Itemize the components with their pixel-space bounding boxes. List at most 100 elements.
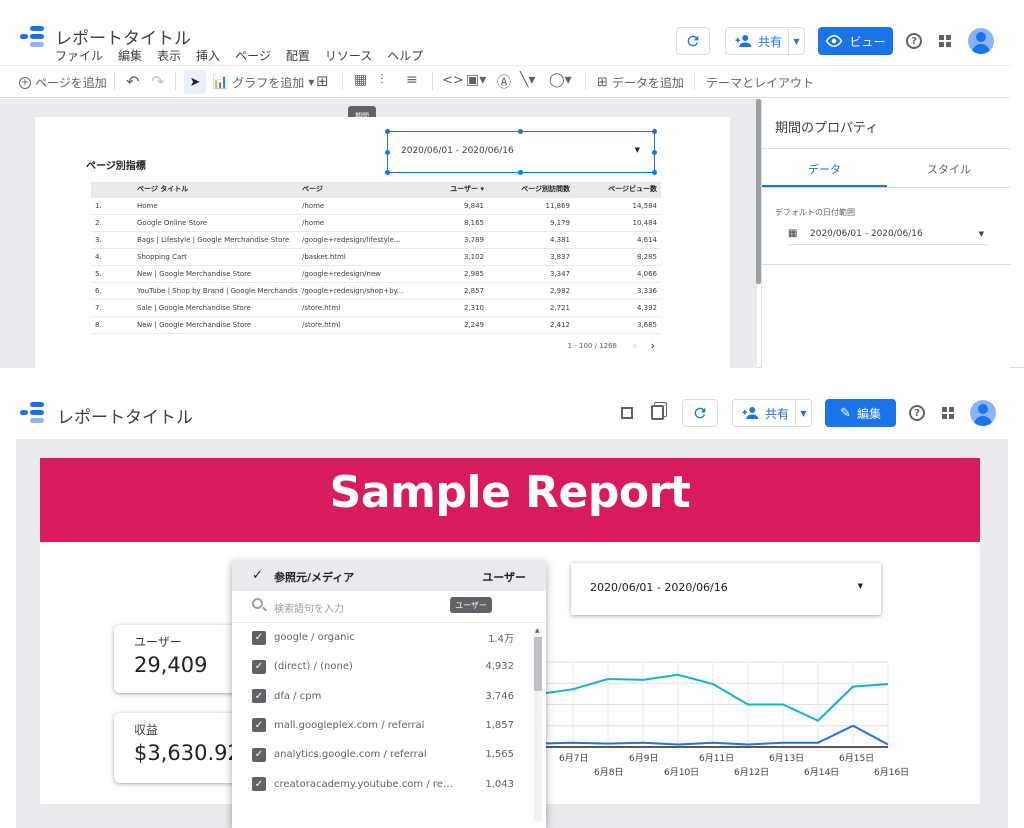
help-icon[interactable]: ? xyxy=(909,405,925,421)
checkbox-checked-icon[interactable]: ✓ xyxy=(252,777,266,791)
default-range-select[interactable]: ▦ 2020/06/01 - 2020/06/16 ▼ xyxy=(788,227,988,245)
next-page-icon[interactable]: › xyxy=(651,339,655,352)
dropdown-arrow-icon: ▼ xyxy=(857,582,863,590)
filter-search[interactable]: 検索語句を入力 xyxy=(232,591,546,623)
share-button[interactable]: 共有 ▼ xyxy=(725,27,805,55)
text-icon[interactable]: Ⓐ xyxy=(497,72,511,92)
filter-scrollbar[interactable]: ▲ xyxy=(534,627,542,821)
refresh-button[interactable] xyxy=(682,399,718,427)
menu-arrange[interactable]: 配置 xyxy=(286,49,310,63)
select-pointer-icon[interactable]: ➤ xyxy=(184,70,206,94)
share-button[interactable]: 共有 ▼ xyxy=(732,399,812,427)
add-circle-icon: + xyxy=(19,76,31,89)
checkbox-checked-icon[interactable]: ✓ xyxy=(252,747,266,762)
apps-grid-icon[interactable] xyxy=(942,407,954,419)
menu-insert[interactable]: 挿入 xyxy=(196,49,220,63)
table-row[interactable]: 1. Home/home 9,841 11,869 14,584 xyxy=(91,197,661,215)
filter-option-label: google / organic xyxy=(274,632,355,643)
filter-option-label: creatoracademy.youtube.com / refer... xyxy=(274,778,454,790)
share-dropdown-icon[interactable]: ▼ xyxy=(795,400,811,426)
checkbox-checked-icon[interactable]: ✓ xyxy=(252,718,266,733)
edit-button[interactable]: ✎ 編集 xyxy=(825,399,896,427)
shape-icon[interactable]: ◯▾ xyxy=(549,72,572,88)
row-visits: 2,412 xyxy=(488,316,574,334)
menu-view[interactable]: 表示 xyxy=(157,49,181,63)
table-row[interactable]: 5. New | Google Merchandise Store/google+… xyxy=(91,265,661,283)
row-page-title: New | Google Merchandise Store xyxy=(133,316,298,334)
row-page: /google+redesign/shop+by... xyxy=(298,282,408,300)
refresh-button[interactable] xyxy=(676,27,710,55)
help-icon[interactable]: ? xyxy=(906,33,922,49)
x-tick-label: 6月12日 xyxy=(734,768,770,778)
add-person-icon xyxy=(735,35,752,47)
row-page-title: Google Online Store xyxy=(133,214,298,232)
menu-edit[interactable]: 編集 xyxy=(118,49,142,63)
line-icon[interactable]: ╲▾ xyxy=(520,72,535,88)
table-row[interactable]: 8. New | Google Merchandise Store/store.h… xyxy=(91,316,661,334)
filter-option[interactable]: ✓ mall.googleplex.com / referral 1,857 xyxy=(232,711,546,740)
date-range-control-icon[interactable]: ▦ xyxy=(354,72,367,88)
undo-icon[interactable]: ↶ xyxy=(126,72,139,91)
avatar[interactable] xyxy=(970,400,996,426)
community-viz-icon[interactable]: ⊞ xyxy=(316,72,329,90)
tab-data[interactable]: データ xyxy=(762,161,887,177)
data-control-icon[interactable]: ⫶ xyxy=(380,72,384,88)
tab-style[interactable]: スタイル xyxy=(887,161,1011,177)
filter-option[interactable]: ✓ creatoracademy.youtube.com / refer... 1,… xyxy=(232,770,546,799)
col-visits[interactable]: ページ別訪問数 xyxy=(488,182,574,198)
table-row[interactable]: 3. Bags | Lifestyle | Google Merchandise … xyxy=(91,231,661,249)
date-range-control-selected[interactable]: 2020/06/01 - 2020/06/16 ▼ xyxy=(385,129,657,175)
menu-page[interactable]: ページ xyxy=(235,49,271,63)
row-page: /store.html xyxy=(298,316,408,334)
image-icon[interactable]: ▣▾ xyxy=(466,72,486,88)
share-dropdown-icon[interactable]: ▼ xyxy=(788,28,804,54)
add-data-button[interactable]: ⊞ データを追加 xyxy=(597,74,684,91)
table-pagination: 1 - 100 / 1268 ‹ › xyxy=(91,334,661,358)
code-embed-icon[interactable]: <> xyxy=(442,73,464,88)
view-button[interactable]: ビュー xyxy=(818,27,893,55)
checkbox-checked-icon[interactable]: ✓ xyxy=(252,659,266,674)
theme-layout-button[interactable]: テーマとレイアウト xyxy=(706,74,814,91)
col-users[interactable]: ユーザー ▾ xyxy=(408,182,488,198)
col-views[interactable]: ページビュー数 xyxy=(574,182,661,198)
add-page-button[interactable]: + ページを追加 xyxy=(19,74,107,91)
row-page-title: YouTube | Shop by Brand | Google Merchan… xyxy=(133,282,298,300)
date-range-control[interactable]: 2020/06/01 - 2020/06/16 ▼ xyxy=(571,563,881,615)
prev-page-icon[interactable]: ‹ xyxy=(633,339,637,352)
col-page[interactable]: ページ xyxy=(298,182,408,198)
col-page-title[interactable]: ページ タイトル xyxy=(133,182,298,198)
row-page-title: Shopping Cart xyxy=(133,248,298,266)
filter-option[interactable]: ✓ analytics.google.com / referral 1,565 xyxy=(232,740,546,769)
filter-option[interactable]: ✓ google / organic 1.4万 xyxy=(232,623,546,652)
menu-help[interactable]: ヘルプ xyxy=(387,49,423,63)
x-tick-label: 6月10日 xyxy=(664,768,700,778)
table-row[interactable]: 7. Sale | Google Merchandise Store/store.… xyxy=(91,299,661,317)
properties-panel: 期間のプロパティ データ スタイル デフォルトの日付範囲 ▦ 2020/06/0… xyxy=(761,99,1011,368)
redo-icon[interactable]: ↷ xyxy=(151,72,164,91)
menu-file[interactable]: ファイル xyxy=(55,49,103,63)
checkbox-checked-icon[interactable]: ✓ xyxy=(252,689,266,704)
row-views: 14,584 xyxy=(574,197,661,215)
x-tick-label: 6月13日 xyxy=(769,754,805,764)
report-title[interactable]: レポートタイトル xyxy=(55,24,191,49)
table-row[interactable]: 6. YouTube | Shop by Brand | Google Merch… xyxy=(91,282,661,300)
filter-option[interactable]: ✓ dfa / cpm 3,746 xyxy=(232,682,546,711)
row-users: 2,310 xyxy=(408,299,488,317)
menu-resource[interactable]: リソース xyxy=(325,49,372,63)
add-chart-button[interactable]: 📊 グラフを追加 ▼ xyxy=(212,74,314,91)
table-row[interactable]: 4. Shopping Cart/basket.html 3,102 3,837 8,2… xyxy=(91,248,661,266)
table-row[interactable]: 2. Google Online Store/home 8,165 9,179 10,4… xyxy=(91,214,661,232)
copy-icon[interactable] xyxy=(651,405,664,420)
checkbox-checked-icon[interactable]: ✓ xyxy=(252,630,266,645)
scroll-up-icon[interactable]: ▲ xyxy=(535,627,540,634)
avatar[interactable] xyxy=(968,28,994,54)
apps-grid-icon[interactable] xyxy=(939,35,951,47)
filter-control-icon[interactable]: ≡ xyxy=(406,72,418,88)
fullscreen-icon[interactable] xyxy=(621,407,633,419)
filter-option[interactable]: ✓ (direct) / (none) 4,932 xyxy=(232,652,546,681)
row-users: 2,857 xyxy=(408,282,488,300)
add-data-label: データを追加 xyxy=(611,76,684,90)
select-all-check-icon[interactable]: ✓ xyxy=(252,568,263,583)
tooltip-users: ユーザー xyxy=(450,597,492,613)
filter-option-value: 1,565 xyxy=(485,749,514,761)
